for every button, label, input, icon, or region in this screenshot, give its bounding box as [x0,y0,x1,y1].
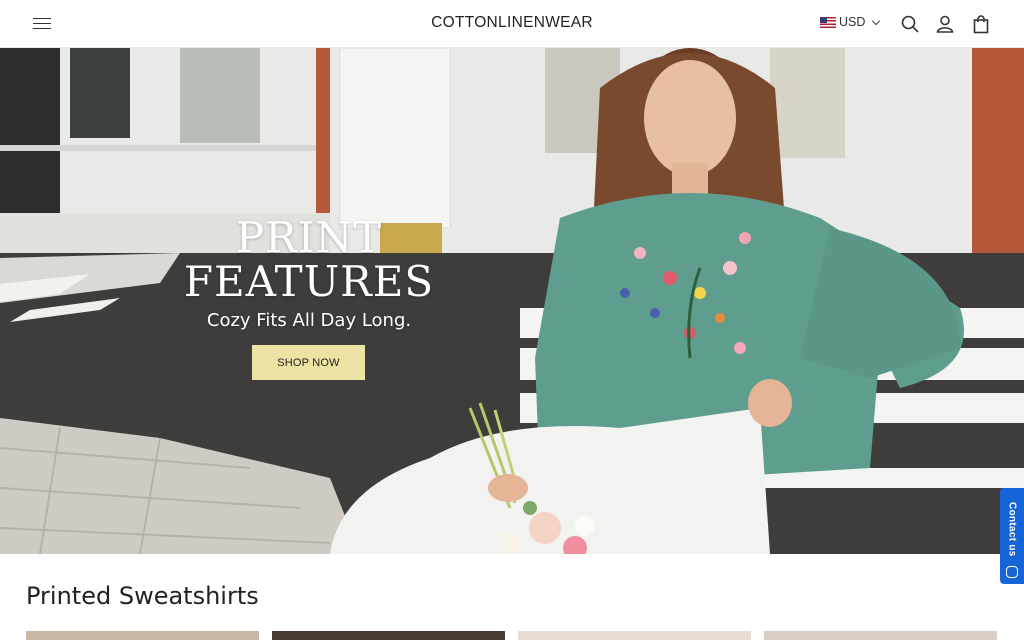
product-card[interactable] [518,631,751,640]
chat-icon [1006,566,1018,578]
shop-now-button[interactable]: SHOP NOW [252,345,365,380]
cart-icon[interactable] [971,14,991,34]
currency-label: USD [839,15,866,29]
contact-us-tab[interactable]: Contact us [1000,488,1024,584]
chevron-down-icon [872,16,881,25]
hero-title: PRINT FEATURES [180,216,438,304]
product-card[interactable] [272,631,505,640]
account-icon[interactable] [935,14,955,34]
contact-us-label: Contact us [1006,502,1018,557]
search-icon[interactable] [900,14,920,34]
site-header: COTTONLINENWEAR USD [0,0,1024,48]
hero-banner[interactable]: PRINT FEATURES Cozy Fits All Day Long. S… [0,48,1024,554]
hero-title-line-1: PRINT [235,213,383,262]
product-card[interactable] [764,631,997,640]
hero-subtitle: Cozy Fits All Day Long. [206,310,412,331]
hero-image [0,48,1024,554]
product-card[interactable] [26,631,259,640]
us-flag-icon [820,16,836,28]
currency-selector[interactable]: USD [820,15,881,29]
section-title: Printed Sweatshirts [26,582,259,610]
product-card-row [26,631,997,640]
hero-title-line-2: FEATURES [183,257,435,306]
